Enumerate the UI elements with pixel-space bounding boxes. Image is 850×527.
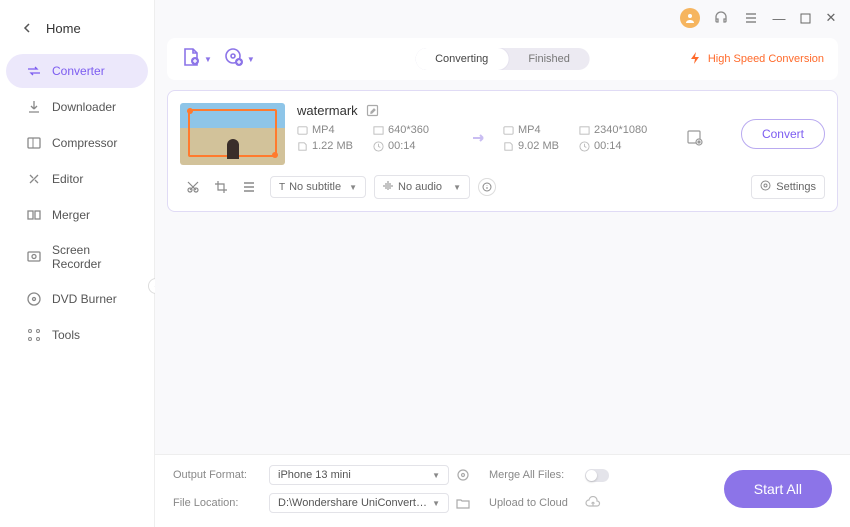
dvd-burner-icon [26,291,42,307]
output-format-label: Output Format: [173,469,263,481]
info-icon[interactable] [478,178,496,196]
file-location-select[interactable]: D:\Wondershare UniConverter 1▼ [269,493,449,513]
downloader-icon [26,99,42,115]
tab-converting[interactable]: Converting [415,48,508,70]
chevron-down-icon: ▼ [453,183,461,192]
edit-name-icon[interactable] [366,104,380,118]
target-size: 9.02 MB [503,140,573,152]
audio-icon [383,180,394,194]
topbar: ▼ ▼ Converting Finished High Speed Conve… [167,38,838,80]
back-icon [20,20,36,36]
add-file-icon [181,47,201,72]
video-thumbnail[interactable] [180,103,285,165]
home-nav[interactable]: Home [0,10,154,46]
bolt-icon [688,51,702,68]
trim-icon[interactable] [186,180,200,194]
merge-label: Merge All Files: [489,469,579,481]
sidebar-item-dvd-burner[interactable]: DVD Burner [6,282,148,316]
file-name: watermark [297,103,358,118]
cloud-icon[interactable] [585,495,601,511]
effects-icon[interactable] [242,180,256,194]
sidebar-item-label: Converter [52,64,105,78]
compressor-icon [26,135,42,151]
gear-icon [760,180,771,194]
file-location-label: File Location: [173,497,263,509]
add-dvd-button[interactable]: ▼ [224,47,255,72]
editor-icon [26,171,42,187]
arrow-icon [461,129,497,147]
open-folder-icon[interactable] [455,495,471,511]
sidebar-item-compressor[interactable]: Compressor [6,126,148,160]
high-speed-conversion-button[interactable]: High Speed Conversion [688,51,824,68]
home-label: Home [46,21,81,36]
tools-icon [26,327,42,343]
sidebar-item-editor[interactable]: Editor [6,162,148,196]
tab-finished[interactable]: Finished [508,48,590,70]
high-speed-label: High Speed Conversion [708,53,824,65]
upload-cloud-label: Upload to Cloud [489,497,579,509]
sidebar-item-label: Tools [52,328,80,342]
target-format: MP4 [503,124,573,136]
output-settings-icon[interactable] [455,467,471,483]
start-all-button[interactable]: Start All [724,470,832,508]
sidebar-item-label: Editor [52,172,83,186]
sidebar-item-label: Merger [52,208,90,222]
sidebar-item-downloader[interactable]: Downloader [6,90,148,124]
chevron-down-icon: ▼ [247,55,255,64]
avatar[interactable] [680,8,700,28]
target-duration: 00:14 [579,140,669,152]
footer: Output Format: iPhone 13 mini▼ Merge All… [155,454,850,527]
sidebar-item-converter[interactable]: Converter [6,54,148,88]
source-resolution: 640*360 [373,124,455,136]
sidebar-item-label: Compressor [52,136,117,150]
headset-icon[interactable] [712,9,730,27]
add-file-button[interactable]: ▼ [181,47,212,72]
sidebar: Home Converter Downloader Compressor Edi… [0,0,155,527]
source-duration: 00:14 [373,140,455,152]
sidebar-items: Converter Downloader Compressor Editor M… [0,54,154,352]
main-area: — ✕ ▼ ▼ Converting Finished High Speed C… [155,0,850,527]
crop-icon[interactable] [214,180,228,194]
chevron-down-icon: ▼ [204,55,212,64]
source-size: 1.22 MB [297,140,367,152]
sidebar-item-label: Screen Recorder [52,243,128,271]
output-format-select[interactable]: iPhone 13 mini▼ [269,465,449,485]
source-format: MP4 [297,124,367,136]
chevron-down-icon: ▼ [349,183,357,192]
sidebar-item-label: Downloader [52,100,116,114]
close-button[interactable]: ✕ [824,11,838,25]
sidebar-item-label: DVD Burner [52,292,117,306]
file-list: watermark MP4 640*360 MP4 2340*1080 1.22… [155,90,850,454]
chevron-down-icon: ▼ [432,471,440,480]
chevron-down-icon: ▼ [432,499,440,508]
convert-button[interactable]: Convert [741,119,825,149]
merge-toggle[interactable] [585,469,609,482]
audio-select[interactable]: No audio ▼ [374,175,470,199]
output-settings-button[interactable] [675,129,715,147]
merger-icon [26,207,42,223]
subtitle-select[interactable]: TNo subtitle ▼ [270,176,366,198]
screen-recorder-icon [26,249,42,265]
file-card: watermark MP4 640*360 MP4 2340*1080 1.22… [167,90,838,212]
converter-icon [26,63,42,79]
titlebar: — ✕ [155,0,850,32]
settings-button[interactable]: Settings [751,175,825,199]
target-resolution: 2340*1080 [579,124,669,136]
sidebar-item-screen-recorder[interactable]: Screen Recorder [6,234,148,280]
sidebar-item-merger[interactable]: Merger [6,198,148,232]
add-dvd-icon [224,47,244,72]
subtitle-icon: T [279,182,285,193]
menu-icon[interactable] [742,9,760,27]
maximize-button[interactable] [798,11,812,25]
sidebar-item-tools[interactable]: Tools [6,318,148,352]
minimize-button[interactable]: — [772,11,786,25]
conversion-tabs: Converting Finished [415,48,590,70]
